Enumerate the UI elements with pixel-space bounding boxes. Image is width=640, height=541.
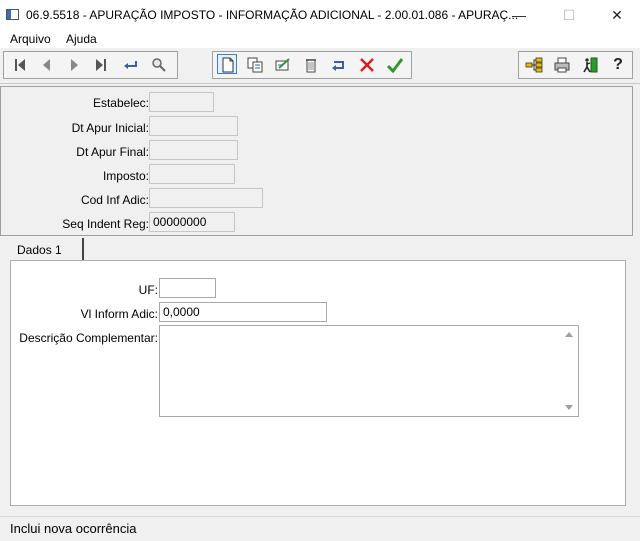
scroll-down-icon[interactable] (565, 405, 573, 410)
menu-bar: Arquivo Ajuda (0, 30, 640, 48)
delete-icon[interactable] (301, 55, 321, 75)
app-window-icon (6, 9, 19, 20)
toolbar: ? (0, 49, 640, 84)
descricao-complementar-textarea[interactable] (159, 325, 579, 417)
minimize-button[interactable]: — (496, 0, 542, 30)
goto-icon[interactable] (121, 55, 141, 75)
next-record-icon[interactable] (64, 55, 84, 75)
dt-apur-final-field (149, 140, 238, 160)
imposto-label: Imposto: (102, 169, 149, 183)
cod-inf-adic-field (149, 188, 263, 208)
vl-inform-adic-label: Vl Inform Adic: (80, 307, 158, 321)
utility-toolbar-group: ? (518, 51, 633, 79)
close-button[interactable]: ✕ (594, 0, 640, 30)
status-bar: Inclui nova ocorrência (0, 516, 640, 541)
uf-input[interactable] (159, 278, 216, 298)
scroll-up-icon[interactable] (565, 332, 573, 337)
estabelec-label: Estabelec: (92, 96, 149, 110)
tab-dados-1[interactable]: Dados 1 (8, 238, 84, 262)
seq-indent-reg-field: 00000000 (149, 212, 235, 232)
dt-apur-final-label: Dt Apur Final: (76, 145, 149, 159)
title-bar: 06.9.5518 - APURAÇÃO IMPOSTO - INFORMAÇÃ… (0, 0, 640, 30)
dt-apur-inicial-field (149, 116, 238, 136)
descricao-complementar-label: Descrição Complementar: (19, 331, 158, 345)
maximize-button[interactable]: ☐ (546, 0, 592, 30)
status-text: Inclui nova ocorrência (10, 521, 137, 536)
undo-icon[interactable] (329, 55, 349, 75)
imposto-field (149, 164, 235, 184)
previous-record-icon[interactable] (37, 55, 57, 75)
search-icon[interactable] (149, 55, 169, 75)
vl-inform-adic-input[interactable]: 0,0000 (159, 302, 327, 322)
menu-ajuda[interactable]: Ajuda (66, 32, 97, 46)
edit-icon[interactable] (273, 55, 293, 75)
edit-toolbar-group (212, 51, 412, 79)
new-document-icon[interactable] (217, 54, 237, 74)
tree-icon[interactable] (524, 55, 544, 75)
exit-icon[interactable] (580, 55, 600, 75)
cod-inf-adic-label: Cod Inf Adic: (80, 193, 149, 207)
copy-icon[interactable] (245, 55, 265, 75)
print-icon[interactable] (552, 55, 572, 75)
cancel-icon[interactable] (357, 55, 377, 75)
first-record-icon[interactable] (10, 55, 30, 75)
uf-label: UF: (138, 283, 158, 297)
help-icon[interactable]: ? (608, 55, 628, 75)
tab-strip: Dados 1 (8, 238, 633, 262)
window-title: 06.9.5518 - APURAÇÃO IMPOSTO - INFORMAÇÃ… (26, 8, 519, 22)
menu-arquivo[interactable]: Arquivo (10, 32, 51, 46)
confirm-icon[interactable] (385, 55, 405, 75)
estabelec-field (149, 92, 214, 112)
seq-indent-reg-label: Seq Indent Reg: (62, 217, 149, 231)
tab-dados-1-label: Dados 1 (17, 243, 62, 257)
navigation-toolbar-group (3, 51, 178, 79)
last-record-icon[interactable] (91, 55, 111, 75)
dt-apur-inicial-label: Dt Apur Inicial: (71, 121, 149, 135)
descricao-scrollbar[interactable] (561, 326, 578, 416)
